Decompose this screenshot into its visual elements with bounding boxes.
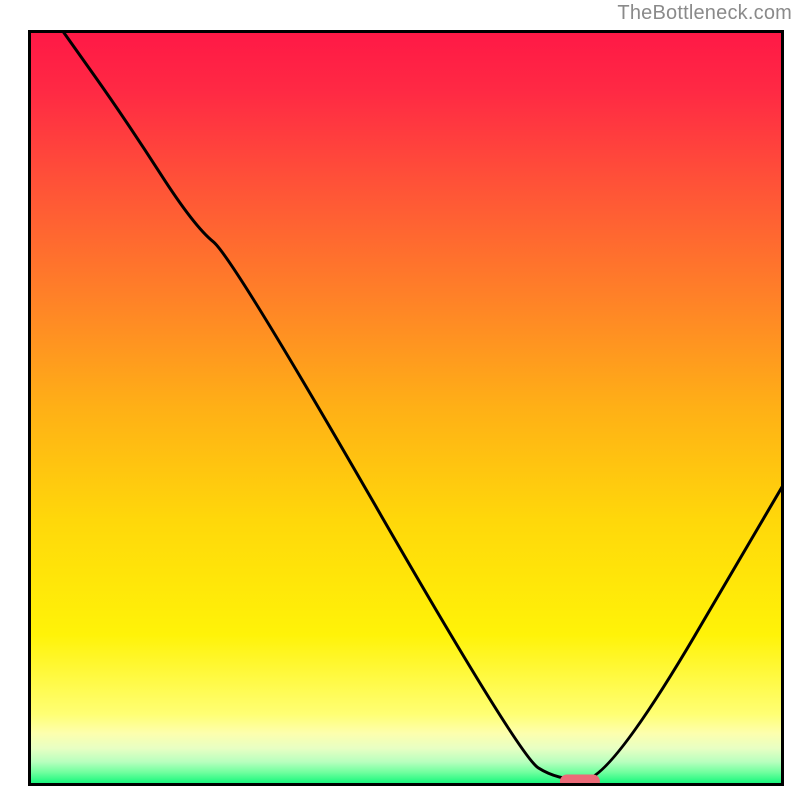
plot-frame [28,30,784,786]
curve-line [62,30,784,780]
plot-svg [28,30,784,786]
watermark-text: TheBottleneck.com [617,2,792,25]
